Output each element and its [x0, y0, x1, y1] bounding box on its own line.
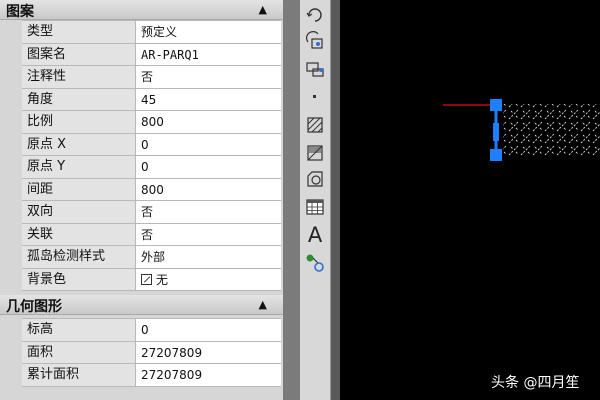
property-label: 类型 [22, 21, 136, 43]
property-row-background-color[interactable]: 背景色 无 [22, 268, 281, 291]
property-value[interactable]: 否 [137, 201, 281, 223]
property-row-double[interactable]: 双向 否 [22, 201, 281, 224]
pattern-section-header[interactable]: 图案 ▲ [0, 0, 283, 20]
property-row-cumulative-area[interactable]: 累计面积 27207809 [22, 364, 281, 387]
property-value[interactable]: 0 [137, 133, 281, 155]
property-label: 面积 [22, 341, 136, 363]
watermark-text: 头条 @四月笙 [491, 375, 580, 391]
no-color-swatch-icon [141, 273, 152, 285]
rotate-icon[interactable] [304, 4, 326, 26]
property-label: 背景色 [22, 268, 136, 290]
canvas-drawing [443, 99, 600, 161]
geometry-section-title: 几何图形 [6, 299, 62, 315]
property-value: 27207809 [137, 364, 281, 386]
drawing-canvas[interactable] [340, 0, 600, 400]
move-icon[interactable] [304, 58, 326, 80]
property-row-origin-x[interactable]: 原点 X 0 [22, 133, 281, 156]
property-row-angle[interactable]: 角度 45 [22, 88, 281, 111]
property-row-scale[interactable]: 比例 800 [22, 111, 281, 134]
properties-panel: 图案 ▲ 类型 预定义 图案名 AR-PARQ1 注释性 否 角度 45 比例 … [0, 0, 283, 400]
property-label: 间距 [22, 178, 136, 200]
property-value[interactable]: AR-PARQ1 [137, 43, 281, 65]
property-value[interactable]: 否 [137, 223, 281, 245]
pattern-section-title: 图案 [6, 4, 34, 20]
hatch-pattern-area[interactable] [503, 104, 600, 157]
property-value[interactable]: 0 [137, 156, 281, 178]
collapse-up-icon[interactable]: ▲ [259, 298, 267, 311]
property-value[interactable]: 否 [137, 66, 281, 88]
property-label: 标高 [22, 319, 136, 341]
property-label: 孤岛检测样式 [22, 246, 136, 268]
property-value-color[interactable]: 无 [137, 268, 281, 290]
property-value: 27207809 [137, 341, 281, 363]
point-icon[interactable] [304, 86, 326, 108]
property-row-annotative[interactable]: 注释性 否 [22, 66, 281, 89]
property-row-spacing[interactable]: 间距 800 [22, 178, 281, 201]
grip-handle-middle[interactable] [493, 123, 499, 141]
table-icon[interactable] [304, 196, 326, 218]
toolbar-separator [331, 0, 340, 400]
property-value[interactable]: 800 [137, 111, 281, 133]
gradient-icon[interactable] [304, 142, 326, 164]
property-row-type[interactable]: 类型 预定义 [22, 21, 281, 44]
property-value[interactable]: 0 [137, 319, 281, 341]
region-icon[interactable] [304, 168, 326, 190]
property-row-elevation[interactable]: 标高 0 [22, 319, 281, 342]
property-row-associative[interactable]: 关联 否 [22, 223, 281, 246]
property-value[interactable]: 800 [137, 178, 281, 200]
property-row-origin-y[interactable]: 原点 Y 0 [22, 156, 281, 179]
property-label: 原点 X [22, 133, 136, 155]
property-label: 累计面积 [22, 364, 136, 386]
insert-block-icon[interactable] [304, 252, 326, 274]
property-label: 关联 [22, 223, 136, 245]
property-row-island-detection[interactable]: 孤岛检测样式 外部 [22, 246, 281, 269]
property-label: 注释性 [22, 66, 136, 88]
hatch-icon[interactable] [304, 114, 326, 136]
property-value: 无 [156, 272, 169, 287]
property-label: 图案名 [22, 43, 136, 65]
property-row-pattern-name[interactable]: 图案名 AR-PARQ1 [22, 43, 281, 66]
property-value[interactable]: 45 [137, 88, 281, 110]
property-value[interactable]: 预定义 [137, 21, 281, 43]
property-label: 比例 [22, 111, 136, 133]
collapse-up-icon[interactable]: ▲ [259, 3, 267, 16]
panel-splitter[interactable] [283, 0, 300, 400]
geometry-properties-grid: 标高 0 面积 27207809 累计面积 27207809 [22, 318, 281, 387]
draw-toolbar: A [300, 0, 331, 400]
property-label: 双向 [22, 201, 136, 223]
property-label: 角度 [22, 88, 136, 110]
property-label: 原点 Y [22, 156, 136, 178]
grip-handle-top[interactable] [490, 99, 502, 111]
property-row-area[interactable]: 面积 27207809 [22, 341, 281, 364]
pattern-properties-grid: 类型 预定义 图案名 AR-PARQ1 注释性 否 角度 45 比例 800 原… [22, 20, 281, 291]
copy-rotate-icon[interactable] [304, 30, 326, 52]
text-icon[interactable]: A [304, 224, 326, 246]
geometry-section-header[interactable]: 几何图形 ▲ [0, 295, 283, 315]
grip-handle-bottom[interactable] [490, 149, 502, 161]
property-value[interactable]: 外部 [137, 246, 281, 268]
